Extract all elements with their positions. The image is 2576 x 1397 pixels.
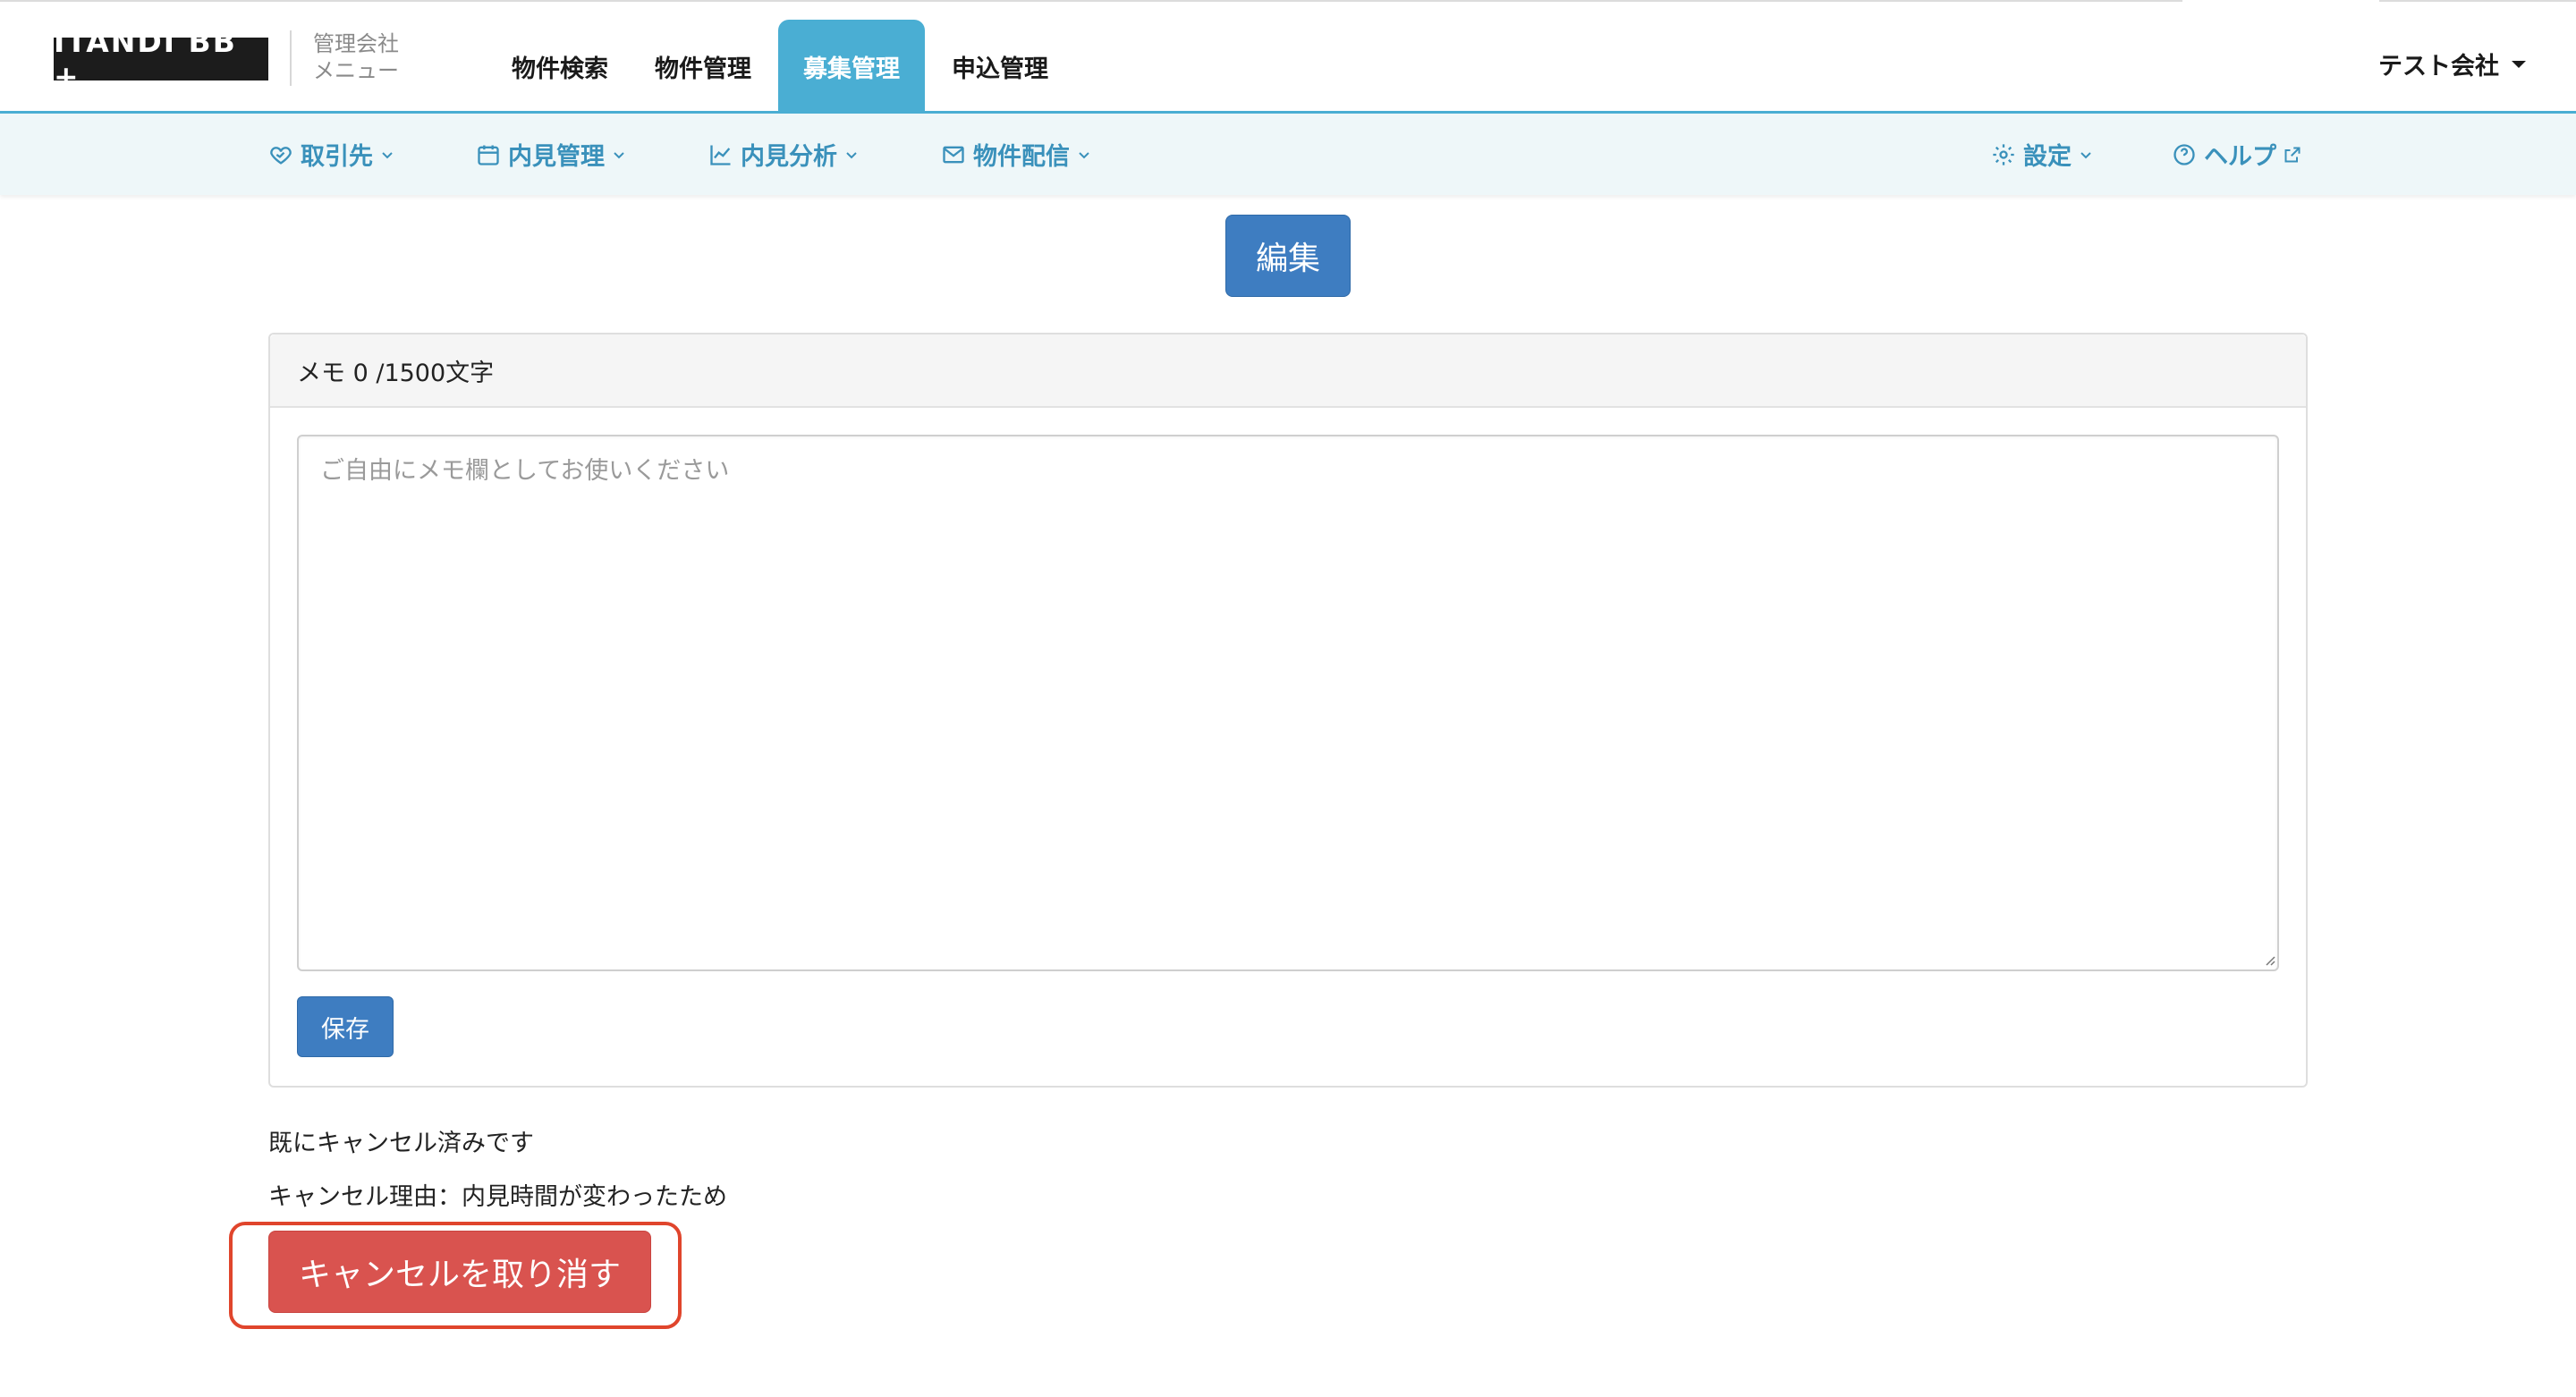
memo-header-label: メモ 0 /1500文字 — [297, 359, 495, 387]
user-company-name: テスト会社 — [2378, 53, 2499, 80]
nav-application-management[interactable]: 申込管理 — [932, 20, 1068, 113]
sub-navbar: 取引先 内見管理 内見分析 物件配信 設定 ヘルプ — [0, 111, 2576, 195]
logo-divider — [290, 30, 292, 86]
main-nav: 物件検索 物件管理 募集管理 申込管理 — [492, 20, 1075, 113]
header-top-strip — [2182, 0, 2379, 4]
subnav-help-label: ヘルプ — [2204, 143, 2276, 171]
subnav-settings-label: 設定 — [2023, 143, 2072, 171]
subnav-viewing-analysis-label: 内見分析 — [741, 143, 837, 171]
cancel-reason-text: キャンセル理由：内見時間が変わったため — [268, 1183, 727, 1211]
itandi-logo[interactable]: ITANDI BB + — [54, 24, 268, 94]
subnav-partners-label: 取引先 — [301, 143, 373, 171]
help-circle-icon — [2174, 143, 2195, 165]
cancel-status-text: 既にキャンセル済みです — [268, 1130, 534, 1157]
nav-recruitment-management[interactable]: 募集管理 — [778, 20, 925, 113]
line-chart-icon — [710, 145, 731, 165]
chevron-down-icon — [2080, 151, 2091, 158]
chevron-down-icon — [382, 151, 393, 158]
subnav-partners[interactable]: 取引先 — [268, 137, 402, 172]
chevron-down-icon — [846, 151, 857, 158]
subnav-viewing-management-label: 内見管理 — [508, 143, 605, 171]
subnav-viewing-analysis[interactable]: 内見分析 — [708, 137, 866, 172]
subnav-help[interactable]: ヘルプ — [2172, 137, 2309, 172]
user-menu[interactable]: テスト会社 — [2378, 47, 2526, 81]
top-header: ITANDI BB + 管理会社 メニュー 物件検索 物件管理 募集管理 申込管… — [0, 0, 2576, 113]
subnav-settings[interactable]: 設定 — [1991, 137, 2100, 172]
external-link-icon — [2284, 147, 2301, 162]
subnav-viewing-management[interactable]: 内見管理 — [476, 137, 633, 172]
logo-sub-line2: メニュー — [313, 58, 399, 83]
caret-down-icon — [2512, 60, 2526, 68]
memo-panel: メモ 0 /1500文字 保存 — [268, 333, 2308, 1088]
calendar-icon — [478, 145, 499, 165]
company-menu-label: 管理会社 メニュー — [313, 30, 399, 84]
logo-sub-line1: 管理会社 — [313, 31, 399, 56]
chevron-down-icon — [614, 151, 624, 158]
chevron-down-icon — [1079, 151, 1089, 158]
nav-property-search[interactable]: 物件検索 — [492, 20, 628, 113]
memo-header: メモ 0 /1500文字 — [270, 334, 2306, 408]
handshake-heart-icon — [270, 146, 292, 165]
save-button[interactable]: 保存 — [297, 996, 394, 1057]
subnav-property-distribution[interactable]: 物件配信 — [941, 137, 1098, 172]
subnav-property-distribution-label: 物件配信 — [973, 143, 1070, 171]
edit-button[interactable]: 編集 — [1225, 215, 1351, 297]
nav-property-management[interactable]: 物件管理 — [635, 20, 771, 113]
undo-cancel-button[interactable]: キャンセルを取り消す — [268, 1231, 651, 1313]
logo-text: ITANDI BB + — [54, 24, 237, 94]
mail-send-icon — [943, 146, 964, 163]
gear-icon — [1993, 143, 2014, 165]
memo-textarea[interactable] — [297, 435, 2279, 971]
resize-grip-icon[interactable] — [2263, 953, 2275, 966]
